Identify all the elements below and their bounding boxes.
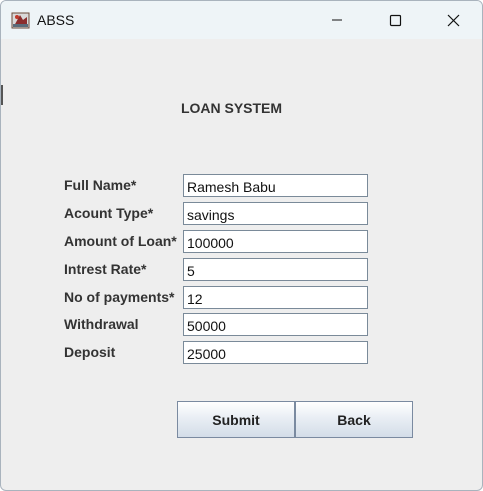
- interest-rate-label: Intrest Rate*: [64, 261, 147, 277]
- form-row-interest-rate: Intrest Rate*: [1, 258, 482, 282]
- form-row-account-type: Acount Type*: [1, 202, 482, 226]
- title-bar[interactable]: ABSS: [1, 1, 482, 39]
- form-row-amount-of-loan: Amount of Loan*: [1, 230, 482, 254]
- withdrawal-label: Withdrawal: [64, 316, 139, 332]
- app-icon: [11, 11, 30, 30]
- close-icon: [447, 14, 459, 26]
- minimize-button[interactable]: [308, 1, 366, 39]
- form-row-withdrawal: Withdrawal: [1, 313, 482, 337]
- app-window: ABSS LOAN SYSTEM Full Name* Acount Type*: [0, 0, 483, 491]
- full-name-label: Full Name*: [64, 177, 137, 193]
- amount-of-loan-label: Amount of Loan*: [64, 233, 177, 249]
- deposit-field[interactable]: [183, 341, 368, 364]
- maximize-icon: [389, 14, 401, 26]
- page-title: LOAN SYSTEM: [180, 100, 283, 116]
- submit-button[interactable]: Submit: [177, 401, 295, 438]
- form-row-full-name: Full Name*: [1, 174, 482, 198]
- account-type-field[interactable]: [183, 202, 368, 225]
- full-name-field[interactable]: [183, 174, 368, 197]
- account-type-label: Acount Type*: [64, 205, 154, 221]
- form-row-no-of-payments: No of payments*: [1, 286, 482, 310]
- interest-rate-field[interactable]: [183, 258, 368, 281]
- form-row-deposit: Deposit: [1, 341, 482, 365]
- amount-of-loan-field[interactable]: [183, 230, 368, 253]
- window-title: ABSS: [37, 12, 75, 28]
- back-button[interactable]: Back: [295, 401, 413, 438]
- maximize-button[interactable]: [366, 1, 424, 39]
- no-of-payments-field[interactable]: [183, 286, 368, 309]
- minimize-icon: [332, 19, 342, 21]
- withdrawal-field[interactable]: [183, 313, 368, 336]
- no-of-payments-label: No of payments*: [64, 289, 175, 305]
- deposit-label: Deposit: [64, 344, 116, 360]
- close-button[interactable]: [424, 1, 482, 39]
